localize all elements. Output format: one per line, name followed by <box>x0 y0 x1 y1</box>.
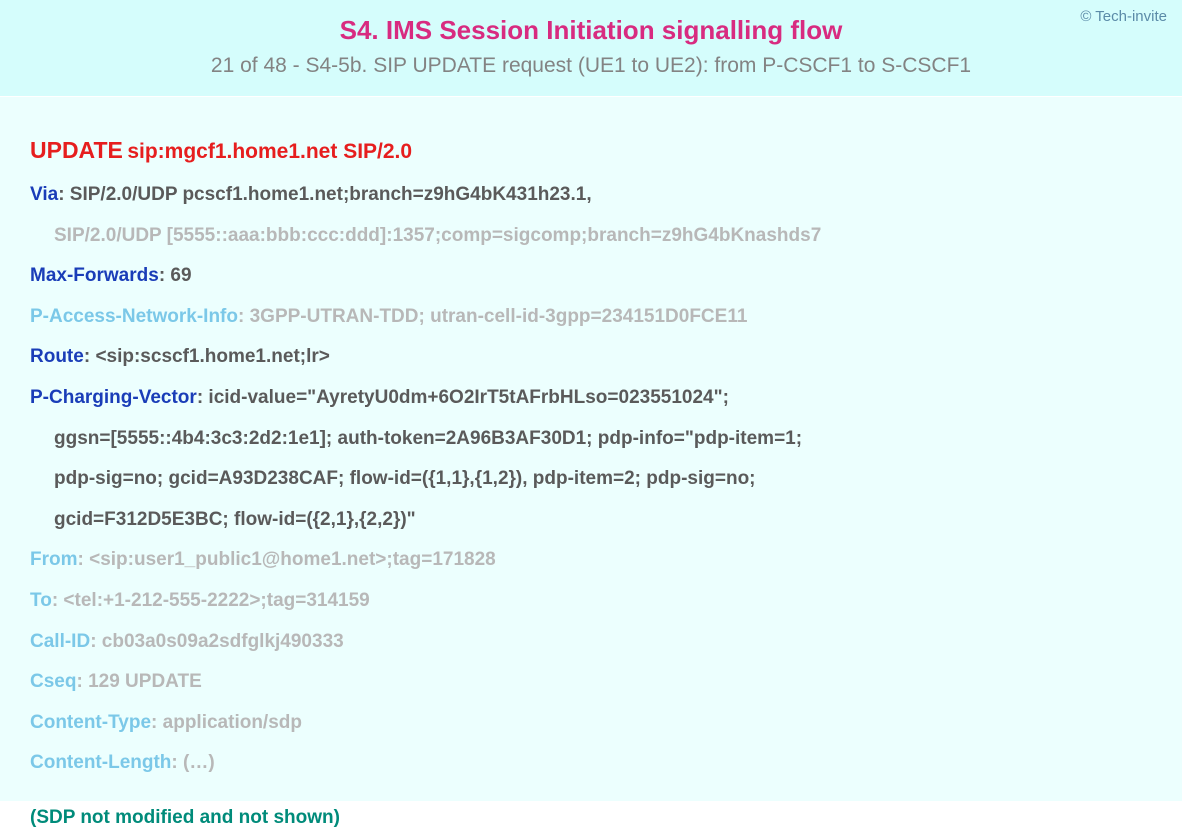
via-header-value-2: SIP/2.0/UDP [5555::aaa:bbb:ccc:ddd]:1357… <box>54 225 821 246</box>
content-type-header: Content-Type: application/sdp <box>30 710 1152 737</box>
call-id-value: cb03a0s09a2sdfglkj490333 <box>102 631 344 652</box>
p-charging-vector-value-2: ggsn=[5555::4b4:3c3:2d2:1e1]; auth-token… <box>54 428 802 449</box>
sip-message-content: UPDATE sip:mgcf1.home1.net SIP/2.0 Via: … <box>0 97 1182 801</box>
p-charging-vector-name: P-Charging-Vector <box>30 387 197 408</box>
call-id-header: Call-ID: cb03a0s09a2sdfglkj490333 <box>30 629 1152 656</box>
cseq-header: Cseq: 129 UPDATE <box>30 669 1152 696</box>
content-type-value: application/sdp <box>163 712 302 733</box>
p-access-network-info-value: 3GPP-UTRAN-TDD; utran-cell-id-3gpp=23415… <box>250 306 748 327</box>
p-access-network-info-header: P-Access-Network-Info: 3GPP-UTRAN-TDD; u… <box>30 304 1152 331</box>
p-charging-vector-value-4: gcid=F312D5E3BC; flow-id=({2,1},{2,2})" <box>54 509 416 530</box>
to-name: To <box>30 590 52 611</box>
p-access-network-info-name: P-Access-Network-Info <box>30 306 238 327</box>
max-forwards-value: 69 <box>170 265 191 286</box>
via-continuation: SIP/2.0/UDP [5555::aaa:bbb:ccc:ddd]:1357… <box>30 223 1152 250</box>
cseq-value: 129 UPDATE <box>88 671 202 692</box>
p-charging-vector-value-1: icid-value="AyretyU0dm+6O2IrT5tAFrbHLso=… <box>208 387 729 408</box>
content-length-name: Content-Length <box>30 752 171 773</box>
p-charging-vector-value-3: pdp-sig=no; gcid=A93D238CAF; flow-id=({1… <box>54 468 756 489</box>
from-value: <sip:user1_public1@home1.net>;tag=171828 <box>89 549 496 570</box>
p-charging-vector-header: P-Charging-Vector: icid-value="AyretyU0d… <box>30 385 1152 412</box>
request-line: UPDATE sip:mgcf1.home1.net SIP/2.0 <box>30 137 1152 164</box>
p-charging-vector-cont-3: gcid=F312D5E3BC; flow-id=({2,1},{2,2})" <box>30 507 1152 534</box>
content-length-value: (…) <box>183 752 215 773</box>
from-header: From: <sip:user1_public1@home1.net>;tag=… <box>30 547 1152 574</box>
page-title: S4. IMS Session Initiation signalling fl… <box>20 15 1162 46</box>
max-forwards-name: Max-Forwards <box>30 265 159 286</box>
page-subtitle: 21 of 48 - S4-5b. SIP UPDATE request (UE… <box>20 54 1162 78</box>
sdp-note: (SDP not modified and not shown) <box>30 807 1152 829</box>
to-value: <tel:+1-212-555-2222>;tag=314159 <box>63 590 369 611</box>
content-length-header: Content-Length: (…) <box>30 750 1152 777</box>
p-charging-vector-cont-2: pdp-sig=no; gcid=A93D238CAF; flow-id=({1… <box>30 466 1152 493</box>
route-name: Route <box>30 346 84 367</box>
via-header-value-1: SIP/2.0/UDP pcscf1.home1.net;branch=z9hG… <box>70 184 592 205</box>
to-header: To: <tel:+1-212-555-2222>;tag=314159 <box>30 588 1152 615</box>
header-section: © Tech-invite S4. IMS Session Initiation… <box>0 0 1182 97</box>
max-forwards-header: Max-Forwards: 69 <box>30 263 1152 290</box>
request-uri: sip:mgcf1.home1.net SIP/2.0 <box>127 140 412 163</box>
copyright-text: © Tech-invite <box>1080 8 1167 25</box>
route-value: <sip:scscf1.home1.net;lr> <box>95 346 329 367</box>
from-name: From <box>30 549 78 570</box>
call-id-name: Call-ID <box>30 631 90 652</box>
route-header: Route: <sip:scscf1.home1.net;lr> <box>30 344 1152 371</box>
cseq-name: Cseq <box>30 671 76 692</box>
content-type-name: Content-Type <box>30 712 151 733</box>
p-charging-vector-cont-1: ggsn=[5555::4b4:3c3:2d2:1e1]; auth-token… <box>30 426 1152 453</box>
sip-method: UPDATE <box>30 137 123 163</box>
via-header-name: Via <box>30 184 58 205</box>
via-header: Via: SIP/2.0/UDP pcscf1.home1.net;branch… <box>30 182 1152 209</box>
